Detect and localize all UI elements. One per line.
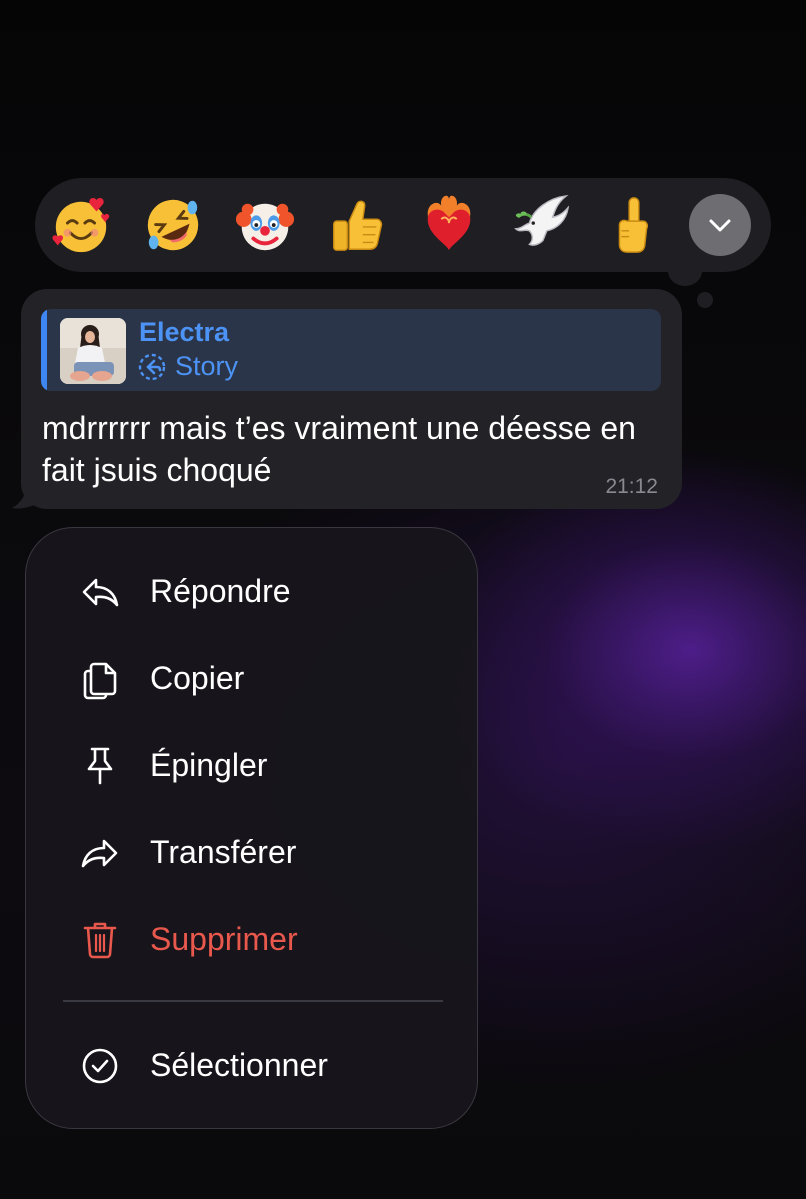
menu-item-copy[interactable]: Copier [26, 635, 477, 722]
dove-icon [514, 194, 570, 246]
smiling-face-with-hearts-icon [52, 198, 110, 253]
reaction-clown-face[interactable] [232, 192, 298, 258]
menu-item-pin[interactable]: Épingler [26, 722, 477, 809]
reply-subtitle: Story [137, 351, 238, 382]
reply-subtitle-label: Story [175, 351, 239, 381]
reaction-smiling-face-with-hearts[interactable] [48, 192, 114, 258]
reaction-dove[interactable] [508, 192, 574, 258]
reaction-thumbs-up[interactable] [324, 192, 390, 258]
trash-icon [78, 918, 122, 962]
heart-on-fire-icon [427, 195, 471, 251]
middle-finger-icon [618, 197, 649, 253]
reaction-middle-finger[interactable] [600, 192, 666, 258]
checkmark-circle-icon [78, 1044, 122, 1088]
menu-item-label: Transférer [150, 834, 297, 870]
menu-item-label: Épingler [150, 747, 268, 783]
menu-item-label: Répondre [150, 573, 291, 609]
message-bubble[interactable]: Electra Story mdrrrrrr mais t’es vraimen… [21, 289, 682, 509]
menu-item-label: Copier [150, 660, 245, 696]
menu-item-forward[interactable]: Transférer [26, 809, 477, 896]
expand-reactions-button[interactable] [689, 194, 751, 256]
chevron-down-icon [709, 219, 731, 232]
story-reply-icon [138, 353, 166, 380]
clown-face-icon [235, 203, 295, 251]
rolling-on-floor-laughing-icon [147, 199, 199, 251]
thumbs-up-icon [333, 200, 383, 251]
context-menu: Répondre Copier Épingler Transférer Supp… [25, 527, 478, 1129]
reply-author-name: Electra [139, 317, 230, 347]
reaction-bar [35, 178, 771, 272]
reply-icon [78, 570, 122, 614]
pin-icon [78, 744, 122, 788]
message-timestamp: 21:12 [605, 475, 658, 498]
menu-item-label: Sélectionner [150, 1047, 328, 1083]
story-reply-preview[interactable]: Electra Story [41, 309, 661, 391]
reaction-bar-tail [668, 256, 702, 286]
message-text: mdrrrrrr mais t’es vraiment une déesse e… [42, 410, 636, 488]
reaction-bar-tail-dot [697, 292, 713, 308]
forward-icon [78, 831, 122, 875]
menu-divider [63, 1000, 443, 1002]
reaction-heart-on-fire[interactable] [416, 192, 482, 258]
menu-item-reply[interactable]: Répondre [26, 548, 477, 635]
menu-item-label: Supprimer [150, 921, 298, 957]
menu-item-delete[interactable]: Supprimer [26, 896, 477, 983]
copy-icon [78, 657, 122, 701]
story-thumbnail [60, 318, 126, 384]
reply-accent-bar [41, 309, 47, 391]
reaction-rolling-on-floor-laughing[interactable] [140, 192, 206, 258]
menu-item-select[interactable]: Sélectionner [26, 1022, 477, 1109]
